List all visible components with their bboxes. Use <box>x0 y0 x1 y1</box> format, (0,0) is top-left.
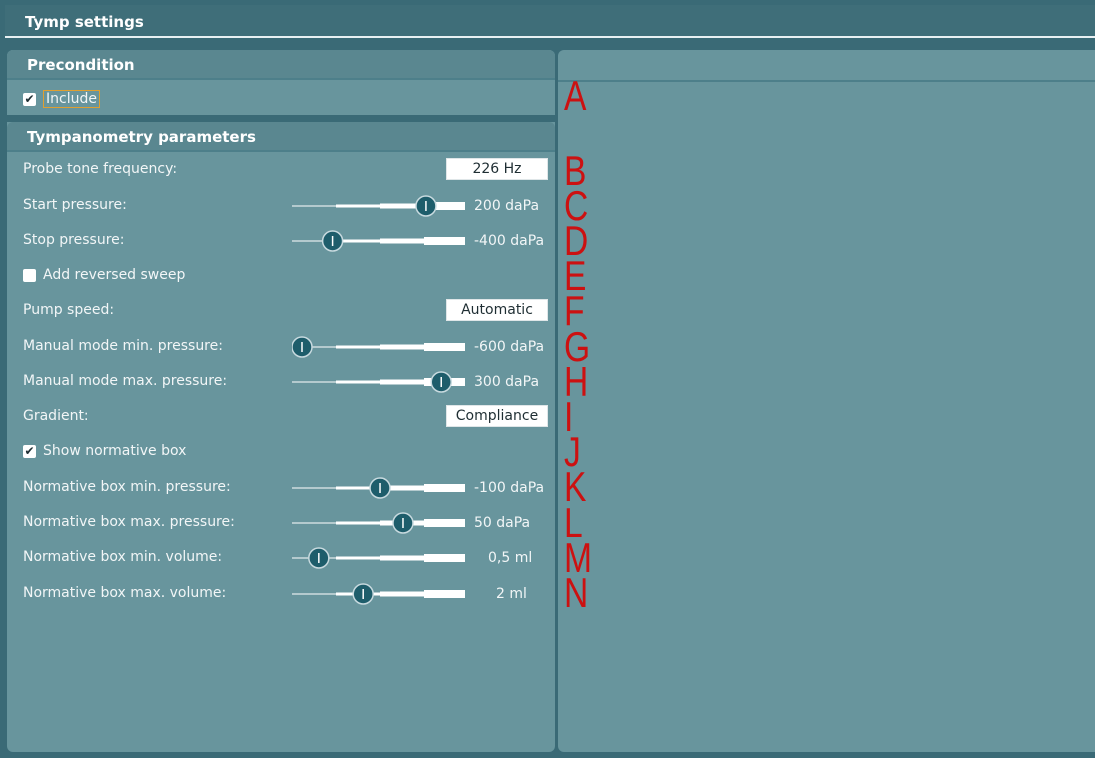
slider-track <box>336 521 380 525</box>
marker-a: A <box>564 72 587 119</box>
slider-graphic <box>292 477 465 499</box>
norm-max-pressure-slider[interactable] <box>292 511 465 535</box>
preview-panel-divider <box>558 80 1095 82</box>
slider-track <box>424 237 465 245</box>
norm-max-pressure-label: Normative box max. pressure: <box>23 514 235 530</box>
slider-graphic <box>292 512 465 534</box>
start-pressure-label: Start pressure: <box>23 197 127 213</box>
tymp-section: Tympanometry parameters <box>7 122 555 152</box>
slider-graphic <box>292 371 465 393</box>
norm-max-volume-value: 2 ml <box>496 586 527 602</box>
manual-max-label: Manual mode max. pressure: <box>23 373 228 389</box>
normative-box-label: Show normative box <box>43 443 187 459</box>
norm-max-volume-label: Normative box max. volume: <box>23 585 227 601</box>
manual-max-slider[interactable] <box>292 370 465 394</box>
slider-track <box>380 238 424 244</box>
slider-track <box>424 519 465 527</box>
include-label: Include <box>43 90 100 108</box>
start-pressure-slider[interactable] <box>292 194 465 218</box>
stop-pressure-label: Stop pressure: <box>23 232 125 248</box>
manual-min-label: Manual mode min. pressure: <box>23 338 223 354</box>
probe-tone-label: Probe tone frequency: <box>23 161 178 177</box>
stop-pressure-value: -400 daPa <box>474 233 545 249</box>
precondition-header: Precondition <box>7 50 555 80</box>
reversed-sweep-option[interactable]: Add reversed sweep <box>23 261 185 289</box>
preview-panel <box>558 50 1095 752</box>
slider-track <box>336 556 380 560</box>
reversed-sweep-label: Add reversed sweep <box>43 267 186 283</box>
slider-track <box>424 343 465 351</box>
section-separator <box>7 115 555 122</box>
norm-min-pressure-slider[interactable] <box>292 476 465 500</box>
slider-graphic <box>292 547 465 569</box>
slider-track <box>336 380 380 384</box>
slider-graphic <box>292 336 465 358</box>
manual-min-value: -600 daPa <box>474 339 545 355</box>
slider-track <box>424 484 465 492</box>
slider-track <box>336 345 380 349</box>
norm-min-pressure-value: -100 daPa <box>474 480 545 496</box>
probe-tone-select[interactable]: 226 Hz <box>446 158 548 180</box>
norm-min-volume-label: Normative box min. volume: <box>23 549 223 565</box>
norm-min-volume-value: 0,5 ml <box>488 550 533 566</box>
include-checkbox[interactable]: ✔ <box>23 92 36 106</box>
manual-max-value: 300 daPa <box>474 374 540 390</box>
slider-track <box>292 522 336 524</box>
normative-box-checkbox[interactable]: ✔ <box>23 444 36 458</box>
manual-min-slider[interactable] <box>292 335 465 359</box>
slider-track <box>292 487 336 489</box>
gradient-select[interactable]: Compliance <box>446 405 548 427</box>
slider-graphic <box>292 230 465 252</box>
norm-max-volume-slider[interactable] <box>292 582 465 606</box>
slider-track <box>424 590 465 598</box>
pump-speed-label: Pump speed: <box>23 302 115 318</box>
normative-box-option[interactable]: ✔ Show normative box <box>23 437 186 465</box>
gradient-label: Gradient: <box>23 408 89 424</box>
slider-track <box>292 205 336 207</box>
norm-min-volume-slider[interactable] <box>292 546 465 570</box>
start-pressure-value: 200 daPa <box>474 198 540 214</box>
tymp-header: Tympanometry parameters <box>7 122 555 152</box>
window-title: Tymp settings <box>5 5 1095 38</box>
marker-n: N <box>564 569 589 616</box>
slider-track <box>380 555 424 561</box>
slider-track <box>292 381 336 383</box>
pump-speed-select[interactable]: Automatic <box>446 299 548 321</box>
slider-graphic <box>292 195 465 217</box>
slider-track <box>424 554 465 562</box>
reversed-sweep-checkbox[interactable] <box>23 268 36 282</box>
slider-track <box>336 204 380 208</box>
slider-track <box>292 593 336 595</box>
stop-pressure-slider[interactable] <box>292 229 465 253</box>
slider-track <box>380 379 424 385</box>
include-option[interactable]: ✔ Include <box>23 85 100 113</box>
norm-min-pressure-label: Normative box min. pressure: <box>23 479 231 495</box>
norm-max-pressure-value: 50 daPa <box>474 515 531 531</box>
slider-track <box>380 344 424 350</box>
slider-track <box>380 591 424 597</box>
slider-graphic <box>292 583 465 605</box>
